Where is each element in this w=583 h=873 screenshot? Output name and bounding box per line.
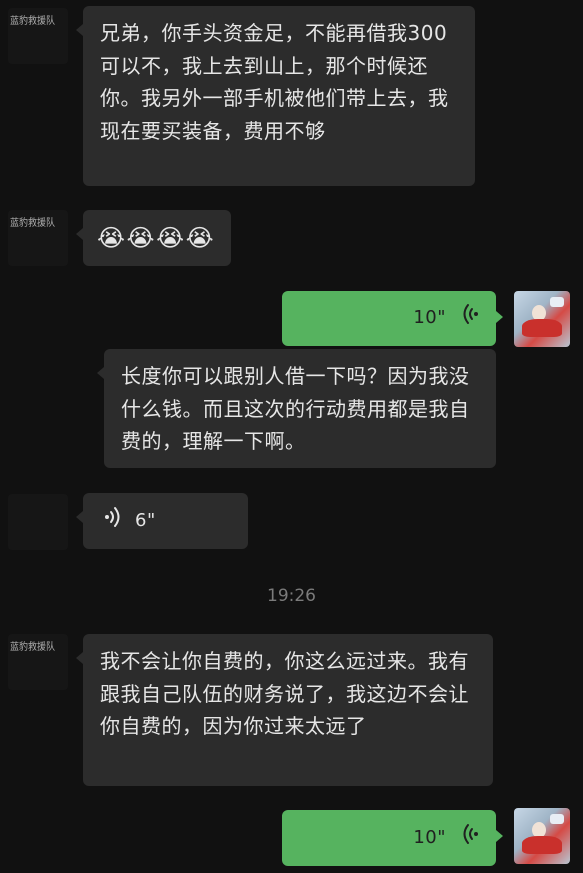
voice-message-incoming[interactable]: 6" <box>76 493 248 549</box>
message-bubble-incoming[interactable]: 兄弟，你手头资金足，不能再借我300可以不，我上去到山上，那个时候还你。我另外一… <box>76 6 475 186</box>
avatar-image <box>550 814 564 824</box>
message-text: 兄弟，你手头资金足，不能再借我300可以不，我上去到山上，那个时候还你。我另外一… <box>100 21 449 143</box>
crying-face-icon: 😭 <box>126 224 156 252</box>
contact-avatar[interactable]: 蓝豹救援队 <box>8 8 68 64</box>
avatar-image <box>522 836 562 854</box>
voice-message-outgoing[interactable]: 10" <box>282 291 503 346</box>
message-bubble-incoming[interactable]: 😭😭😭😭 <box>76 210 231 266</box>
crying-face-icon: 😭 <box>185 224 215 252</box>
chat-timestamp: 19:26 <box>267 586 316 606</box>
voice-duration: 6" <box>135 509 156 531</box>
contact-avatar[interactable]: 蓝豹救援队 <box>8 494 68 550</box>
voice-duration: 10" <box>413 826 446 848</box>
avatar-name-text: 蓝豹救援队 <box>10 218 55 229</box>
contact-avatar[interactable]: 蓝豹救援队 <box>8 210 68 266</box>
crying-face-icon: 😭 <box>97 224 126 252</box>
chat-view: 蓝豹救援队 兄弟，你手头资金足，不能再借我300可以不，我上去到山上，那个时候还… <box>0 0 583 873</box>
message-text: 我不会让你自费的，你这么远过来。我有跟我自己队伍的财务说了，我这边不会让你自费的… <box>100 649 469 738</box>
my-avatar[interactable] <box>514 291 570 347</box>
voice-wave-icon <box>103 505 121 538</box>
contact-avatar[interactable]: 蓝豹救援队 <box>8 634 68 690</box>
avatar-image <box>550 297 564 307</box>
message-bubble-incoming[interactable]: 长度你可以跟别人借一下吗？因为我没什么钱。而且这次的行动费用都是我自费的，理解一… <box>97 349 496 468</box>
my-avatar[interactable] <box>514 808 570 864</box>
message-bubble-incoming[interactable]: 我不会让你自费的，你这么远过来。我有跟我自己队伍的财务说了，我这边不会让你自费的… <box>76 634 493 786</box>
voice-wave-icon <box>462 302 480 335</box>
voice-message-outgoing[interactable]: 10" <box>282 810 503 866</box>
message-text: 长度你可以跟别人借一下吗？因为我没什么钱。而且这次的行动费用都是我自费的，理解一… <box>121 364 470 453</box>
voice-duration: 10" <box>413 307 446 329</box>
avatar-image <box>522 319 562 337</box>
voice-wave-icon <box>462 822 480 855</box>
avatar-name-text: 蓝豹救援队 <box>10 642 55 653</box>
avatar-name-text: 蓝豹救援队 <box>10 16 55 27</box>
crying-face-icon: 😭 <box>156 224 185 252</box>
